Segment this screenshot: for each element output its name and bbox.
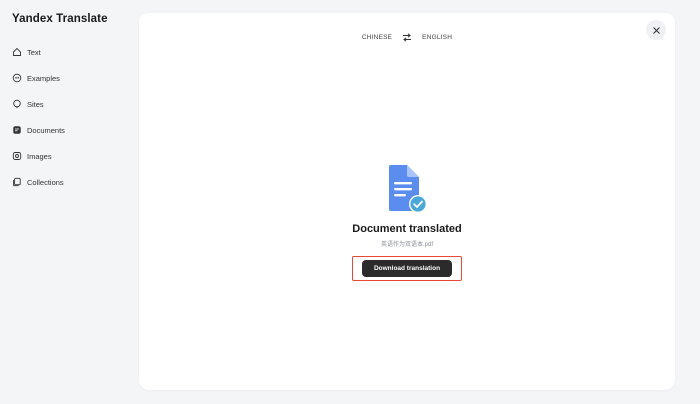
download-translation-button[interactable]: Download translation bbox=[361, 260, 453, 277]
sidebar-item-text[interactable]: Text bbox=[12, 43, 65, 61]
sidebar-item-sites[interactable]: Sites bbox=[12, 95, 65, 113]
sidebar-item-images[interactable]: Images bbox=[12, 147, 65, 165]
sidebar-item-label: Examples bbox=[27, 73, 60, 83]
close-button[interactable] bbox=[646, 20, 666, 40]
sidebar-item-collections[interactable]: Collections bbox=[12, 173, 65, 191]
sidebar-item-label: Text bbox=[27, 47, 41, 57]
language-bar: CHINESE ENGLISH bbox=[139, 33, 675, 42]
target-language-button[interactable]: ENGLISH bbox=[422, 34, 452, 41]
sidebar-item-label: Documents bbox=[27, 125, 65, 135]
sidebar-item-label: Collections bbox=[27, 177, 64, 187]
sidebar: Yandex Translate Text Examples Sites Doc… bbox=[0, 0, 130, 404]
app-window: Yandex Translate Text Examples Sites Doc… bbox=[0, 0, 700, 404]
sidebar-item-label: Images bbox=[27, 151, 52, 161]
collections-icon bbox=[12, 177, 22, 187]
sidebar-item-examples[interactable]: Examples bbox=[12, 69, 65, 87]
translation-result: Document translated 英语作为双语本.pdf Download… bbox=[139, 165, 675, 281]
sidebar-nav: Text Examples Sites Documents Images Col… bbox=[12, 43, 65, 199]
sidebar-item-label: Sites bbox=[27, 99, 44, 109]
translated-document-icon bbox=[389, 165, 427, 213]
image-icon bbox=[12, 151, 22, 161]
result-title: Document translated bbox=[352, 223, 462, 235]
close-icon bbox=[652, 26, 660, 34]
app-title: Yandex Translate bbox=[12, 13, 108, 25]
swap-languages-icon[interactable] bbox=[402, 33, 412, 42]
translate-icon bbox=[12, 47, 22, 57]
document-panel: CHINESE ENGLISH Document translated 英语作为… bbox=[139, 13, 675, 390]
globe-icon bbox=[12, 99, 22, 109]
file-name: 英语作为双语本.pdf bbox=[380, 242, 433, 248]
document-icon bbox=[12, 125, 22, 135]
quote-icon bbox=[12, 73, 22, 83]
source-language-button[interactable]: CHINESE bbox=[362, 34, 392, 41]
sidebar-item-documents[interactable]: Documents bbox=[12, 121, 65, 139]
download-highlight: Download translation bbox=[351, 256, 463, 281]
